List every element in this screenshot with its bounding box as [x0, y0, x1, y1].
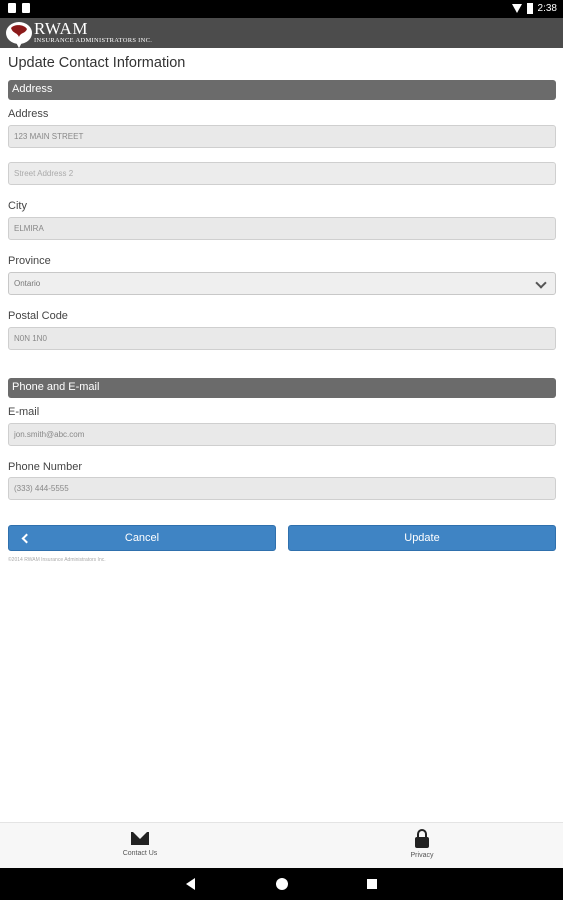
- phone-label: Phone Number: [8, 461, 82, 473]
- contact-us-tab[interactable]: Contact Us: [80, 829, 200, 857]
- recent-apps-icon[interactable]: [367, 879, 377, 889]
- address-field[interactable]: 123 MAIN STREET: [8, 125, 556, 148]
- logo-icon: [6, 22, 32, 48]
- logo-text: RWAM: [34, 19, 88, 38]
- privacy-label: Privacy: [410, 852, 434, 859]
- lock-icon: [415, 829, 429, 848]
- email-field[interactable]: jon.smith@abc.com: [8, 423, 556, 446]
- status-bar: 2:38: [0, 0, 563, 18]
- status-time: 2:38: [537, 3, 557, 14]
- bottom-nav: Contact Us Privacy: [0, 822, 563, 868]
- signal-icon: [511, 4, 522, 13]
- province-label: Province: [8, 255, 51, 267]
- update-label: Update: [404, 532, 440, 544]
- postal-code-label: Postal Code: [8, 310, 68, 322]
- address-section-header: Address: [8, 80, 556, 100]
- logo-subtext: INSURANCE ADMINISTRATORS INC.: [34, 37, 153, 44]
- cancel-label: Cancel: [124, 532, 160, 544]
- battery-icon: [526, 3, 533, 14]
- province-select[interactable]: Ontario: [8, 272, 556, 295]
- privacy-tab[interactable]: Privacy: [362, 829, 482, 859]
- address-label: Address: [8, 108, 49, 120]
- app-header: RWAM INSURANCE ADMINISTRATORS INC.: [0, 18, 563, 48]
- notification-icon: [8, 3, 16, 13]
- system-nav-bar: [0, 868, 563, 900]
- postal-code-field[interactable]: N0N 1N0: [8, 327, 556, 350]
- city-field[interactable]: ELMIRA: [8, 217, 556, 240]
- street-address-2-field[interactable]: Street Address 2: [8, 162, 556, 185]
- cancel-button[interactable]: Cancel: [8, 525, 276, 551]
- logo: RWAM INSURANCE ADMINISTRATORS INC.: [34, 19, 153, 45]
- update-button[interactable]: Update: [288, 525, 556, 551]
- chevron-left-icon: [21, 533, 32, 544]
- chevron-down-icon: [535, 277, 547, 289]
- contact-section-header: Phone and E-mail: [8, 378, 556, 398]
- province-value: Ontario: [14, 279, 41, 288]
- copyright: ©2014 RWAM Insurance Administrators Inc.: [8, 557, 106, 563]
- phone-field[interactable]: (333) 444-5555: [8, 477, 556, 500]
- email-label: E-mail: [8, 406, 40, 418]
- page-title: Update Contact Information: [8, 55, 186, 71]
- home-icon[interactable]: [276, 878, 288, 890]
- notification-icon: [22, 3, 30, 13]
- city-label: City: [8, 200, 27, 212]
- contact-us-label: Contact Us: [122, 850, 158, 857]
- back-icon[interactable]: [186, 878, 195, 890]
- envelope-icon: [131, 832, 149, 845]
